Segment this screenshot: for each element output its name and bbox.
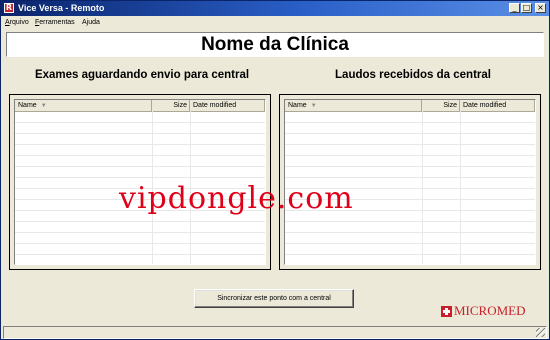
sort-desc-icon: ▼ [40,103,47,109]
size-grip-icon[interactable] [536,328,545,337]
list-header: Name ▼ Size Date modified [285,100,535,112]
grid-line [15,133,265,134]
grid-line [15,221,265,222]
window-title: Vice Versa - Remoto [18,3,105,13]
col-date-header[interactable]: Date modified [190,100,265,111]
grid-line [15,177,265,178]
grid-line [285,166,535,167]
grid-line [285,221,535,222]
close-button[interactable]: × [535,3,546,13]
grid-line [285,133,535,134]
grid-line [285,254,535,255]
grid-line [285,232,535,233]
grid-line [285,177,535,178]
clinic-name-box: Nome da Clínica [6,32,544,57]
menu-ferramentas[interactable]: Ferramentas [35,16,75,29]
sync-button[interactable]: Sincronizar este ponto com a central [194,289,354,308]
app-icon[interactable]: R [4,3,14,13]
title-bar[interactable]: R Vice Versa - Remoto _ □ × [1,1,549,16]
grid-line [15,166,265,167]
maximize-button[interactable]: □ [521,3,532,13]
grid-line [15,144,265,145]
status-bar [3,326,547,339]
left-panel-title: Exames aguardando envio para central [34,69,250,81]
watermark: vipdongle.com [119,181,354,216]
col-size-header[interactable]: Size [152,100,190,111]
grid-line [15,155,265,156]
menu-bar: Arquivo Ferramentas Ajuda [1,16,549,29]
main-window: R Vice Versa - Remoto _ □ × Arquivo Ferr… [0,0,550,340]
list-header: Name ▼ Size Date modified [15,100,265,112]
grid-line [15,243,265,244]
col-name-header[interactable]: Name ▼ [285,100,422,111]
col-date-header[interactable]: Date modified [460,100,535,111]
grid-line [285,144,535,145]
minimize-button[interactable]: _ [509,3,520,13]
grid-line [285,243,535,244]
grid-line [285,122,535,123]
sort-desc-icon: ▼ [310,103,317,109]
right-panel-title: Laudos recebidos da central [335,69,491,81]
grid-line [15,254,265,255]
logo-text: MICROMED [454,303,526,318]
menu-arquivo[interactable]: Arquivo [5,16,29,29]
grid-line [15,232,265,233]
clinic-name: Nome da Clínica [201,34,349,55]
col-name-header[interactable]: Name ▼ [15,100,152,111]
menu-ajuda[interactable]: Ajuda [82,16,100,29]
col-size-header[interactable]: Size [422,100,460,111]
micromed-logo: MICROMED [441,303,526,319]
grid-line [15,122,265,123]
micromed-cross-icon [441,305,452,317]
grid-line [285,155,535,156]
